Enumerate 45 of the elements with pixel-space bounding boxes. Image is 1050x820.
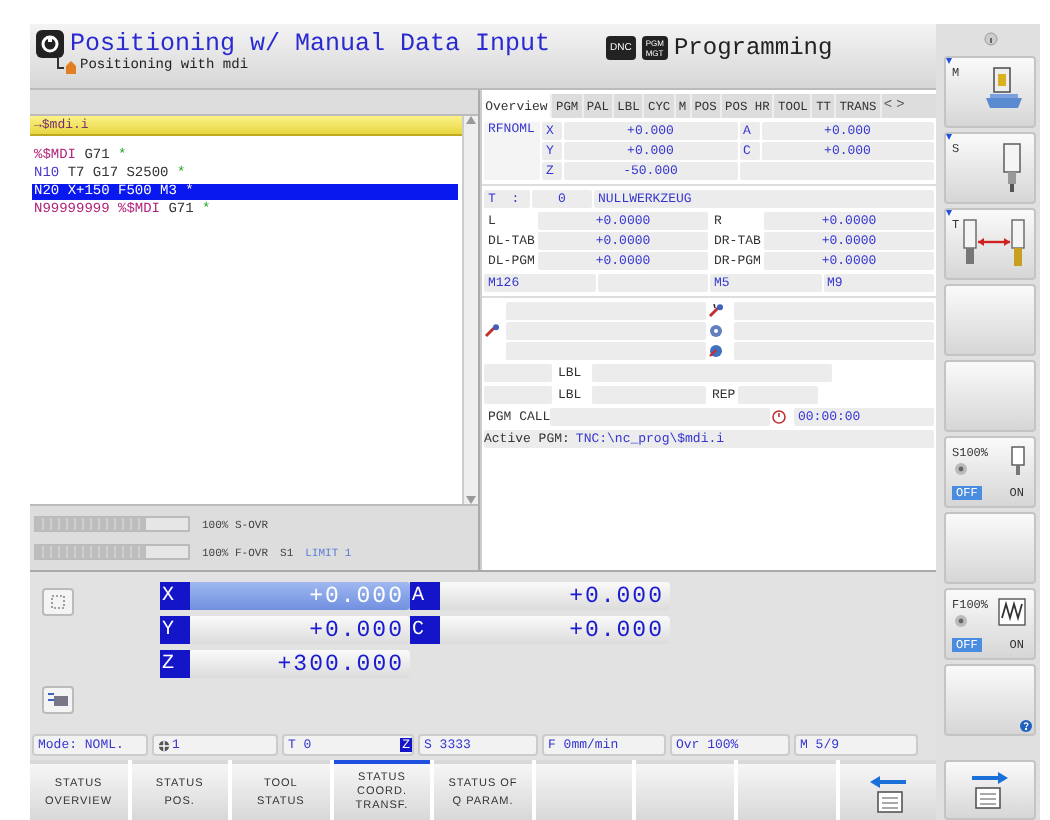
machine-table-icon [982, 66, 1026, 114]
spindle-icon [998, 142, 1026, 194]
wrench-icon [484, 324, 500, 338]
clock-icon [772, 410, 786, 424]
dropdown-icon [946, 134, 952, 140]
info-icon[interactable] [983, 31, 997, 45]
blank-softkey[interactable] [636, 760, 734, 820]
datum-icon [158, 739, 170, 751]
mode-icon [36, 30, 64, 58]
dropdown-icon [946, 58, 952, 64]
return-home-icon [56, 58, 76, 74]
forward-softkey[interactable] [944, 760, 1036, 820]
reference-icon[interactable] [42, 588, 74, 616]
programming-title: Programming [673, 34, 833, 62]
dropdown-icon [946, 210, 952, 216]
position-value: +0.000 [190, 582, 410, 610]
scroll-up-icon [466, 116, 476, 124]
spindle-icon [1010, 446, 1026, 478]
position-value: +0.000 [440, 616, 670, 644]
axis-label: A [410, 582, 440, 610]
dial-icon [954, 462, 968, 476]
tool-pair-icon [708, 304, 724, 318]
blank-softkey[interactable] [535, 760, 633, 820]
feed-wave-icon [998, 598, 1026, 626]
blank-softkey[interactable] [944, 512, 1036, 584]
dial-icon [954, 614, 968, 628]
position-value: +0.000 [190, 616, 410, 644]
axis-label: Y [160, 616, 190, 644]
tool-change-icon [960, 218, 1028, 270]
help-icon [1020, 720, 1032, 732]
scroll-down-icon [466, 496, 476, 504]
mode-title: Positioning w/ Manual Data Input [70, 30, 551, 58]
scrollbar[interactable] [462, 116, 478, 504]
blank-softkey[interactable] [944, 360, 1036, 432]
help-softkey[interactable] [944, 664, 1036, 736]
back-softkey[interactable] [839, 760, 937, 820]
back-document-icon [865, 773, 910, 813]
axis-label: C [410, 616, 440, 644]
position-value: +0.000 [440, 582, 670, 610]
axis-label: Z [160, 650, 190, 678]
axis-label: X [160, 582, 190, 610]
position-value: +300.000 [190, 650, 410, 678]
forward-document-icon [968, 770, 1012, 810]
blank-softkey[interactable] [944, 284, 1036, 356]
machine-icon[interactable] [42, 686, 74, 714]
